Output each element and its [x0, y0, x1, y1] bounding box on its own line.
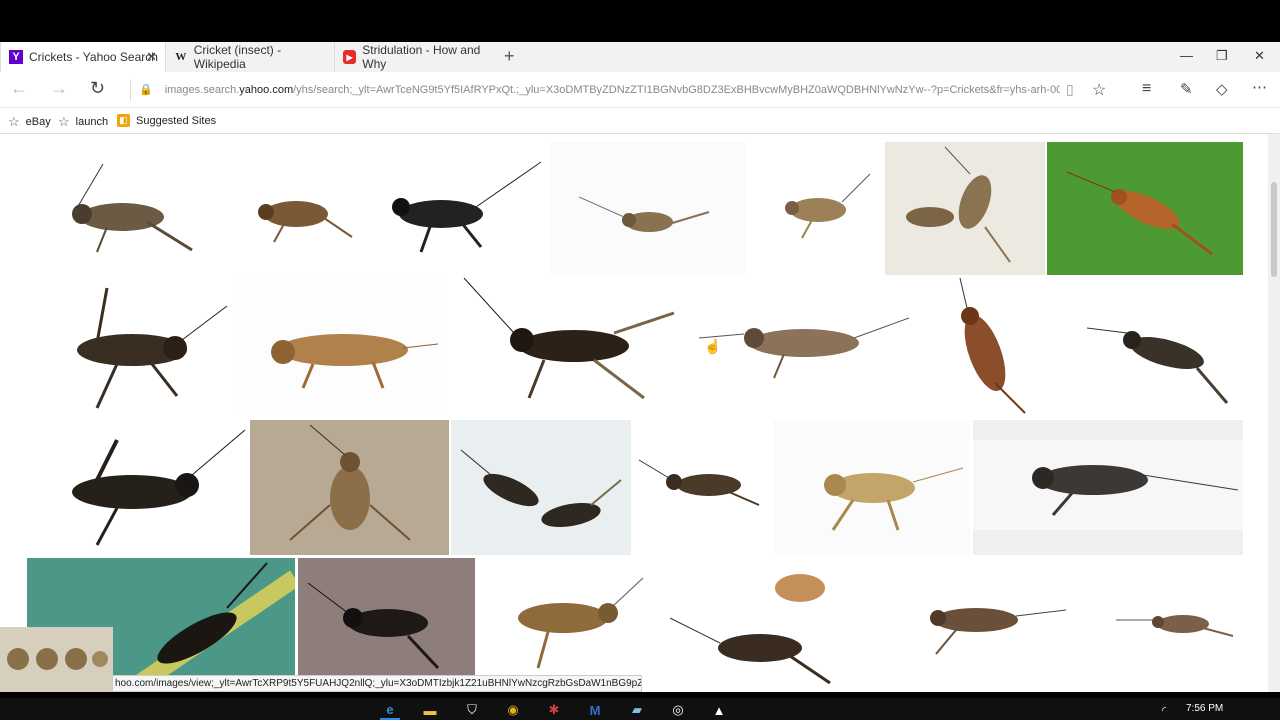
favorites-bar-items: ☆ eBay ☆ launch ◧ Suggested Sites: [0, 108, 1280, 134]
cricket-image-result[interactable]: [27, 420, 248, 555]
cricket-image-result[interactable]: [549, 142, 745, 275]
cricket-image-result[interactable]: [298, 558, 475, 692]
app-icon[interactable]: ✱: [544, 700, 564, 720]
link-status-bar: hoo.com/images/view;_ylt=AwrTcXRP9t5Y5FU…: [112, 675, 642, 692]
cricket-image-result[interactable]: [224, 142, 359, 275]
star-icon: ☆: [8, 114, 20, 129]
youtube-icon: ▶: [343, 50, 357, 64]
mouse-cursor-icon: ☝: [704, 338, 722, 354]
chrome-icon[interactable]: ◉: [503, 700, 523, 720]
tab-stridulation[interactable]: ▶ Stridulation - How and Why: [334, 42, 500, 72]
url-path: /yhs/search;_ylt=AwrTceNG9t5Yf5IAfRYPxQt…: [293, 84, 1060, 96]
favorite-label: launch: [75, 116, 109, 128]
image-results-grid: ☝: [0, 134, 1268, 692]
lock-icon: 🔒: [139, 84, 153, 96]
tab-label: Stridulation - How and Why: [362, 43, 481, 71]
close-window-button[interactable]: ✕: [1254, 48, 1265, 64]
favorite-star-icon[interactable]: ☆: [1092, 80, 1106, 100]
cricket-image-result[interactable]: [660, 558, 863, 692]
favorite-suggested-sites[interactable]: ◧ Suggested Sites: [117, 114, 216, 127]
folder-icon: ◧: [117, 114, 130, 127]
cricket-image-result[interactable]: [973, 420, 1243, 555]
address-bar[interactable]: 🔒 images.search.yahoo.com/yhs/search;_ylt…: [130, 79, 1060, 101]
reading-view-icon[interactable]: ▯: [1066, 81, 1074, 98]
share-icon[interactable]: ◇: [1216, 80, 1228, 98]
cricket-image-result[interactable]: [27, 142, 223, 275]
cricket-image-result[interactable]: [752, 142, 884, 275]
back-button[interactable]: ←: [10, 78, 28, 99]
malwarebytes-icon[interactable]: M: [585, 700, 605, 720]
more-icon[interactable]: ⋯: [1252, 78, 1267, 96]
wifi-icon[interactable]: ◜: [1154, 700, 1174, 720]
windows-taskbar: e ▬ ⛉ ◉ ✱ M ▰ ◎ ▲ ◜ 7:56 PM: [0, 698, 1280, 720]
favorite-ebay[interactable]: ☆ eBay: [8, 114, 51, 130]
tab-label: Cricket (insect) - Wikipedia: [193, 43, 282, 71]
edge-icon[interactable]: e: [380, 700, 400, 720]
cricket-image-result[interactable]: [866, 558, 1105, 692]
minimize-button[interactable]: —: [1180, 48, 1193, 63]
tab-wikipedia[interactable]: W Cricket (insect) - Wikipedia: [166, 42, 334, 72]
cricket-image-result[interactable]: [27, 278, 230, 416]
video-letterbox-top: [0, 0, 1280, 42]
cricket-image-result[interactable]: [250, 420, 449, 555]
cricket-image-result[interactable]: [444, 278, 692, 416]
file-explorer-icon[interactable]: ▬: [420, 700, 440, 720]
favorite-label: eBay: [25, 116, 51, 128]
restore-button[interactable]: ❐: [1216, 48, 1228, 64]
wikipedia-icon: W: [175, 51, 187, 63]
photos-icon[interactable]: ▲: [709, 700, 729, 720]
navigation-bar: ← → ↻ 🔒 images.search.yahoo.com/yhs/searc…: [0, 72, 1280, 108]
scrollbar-thumb[interactable]: [1271, 182, 1277, 277]
cricket-image-result[interactable]: [915, 278, 1060, 416]
cricket-image-result[interactable]: [634, 420, 771, 555]
close-tab-icon[interactable]: ✕: [146, 49, 157, 65]
cricket-image-result[interactable]: [1047, 142, 1243, 275]
web-note-icon[interactable]: ✎: [1180, 80, 1193, 98]
cricket-image-result[interactable]: [885, 142, 1045, 275]
forward-button[interactable]: →: [50, 78, 68, 99]
url-prefix: images.search.: [164, 84, 240, 96]
tab-strip: Y Crickets - Yahoo Search ✕ W Cricket (i…: [0, 42, 1280, 72]
tab-label: Crickets - Yahoo Search: [29, 50, 158, 64]
tab-yahoo-search[interactable]: Y Crickets - Yahoo Search ✕: [0, 42, 166, 72]
cricket-image-result[interactable]: [1108, 558, 1243, 692]
cricket-image-result[interactable]: [233, 278, 441, 416]
favorite-label: Suggested Sites: [136, 114, 217, 127]
store-icon[interactable]: ⛉: [462, 700, 482, 720]
yahoo-icon: Y: [9, 50, 23, 64]
new-tab-button[interactable]: +: [504, 46, 515, 67]
cricket-image-result[interactable]: [1062, 278, 1243, 416]
favorite-launch[interactable]: ☆ launch: [58, 114, 108, 130]
taskbar-clock[interactable]: 7:56 PM: [1186, 703, 1223, 714]
cricket-image-result[interactable]: [773, 420, 970, 555]
cricket-image-result[interactable]: ☝: [694, 278, 912, 416]
cricket-image-result[interactable]: [478, 558, 657, 692]
cricket-image-result[interactable]: [451, 420, 631, 555]
webcam-overlay: [0, 627, 113, 692]
refresh-button[interactable]: ↻: [90, 78, 105, 99]
star-icon: ☆: [58, 114, 70, 129]
notepad-icon[interactable]: ▰: [627, 700, 647, 720]
obs-icon[interactable]: ◎: [668, 700, 688, 720]
hub-icon[interactable]: ≡: [1142, 80, 1151, 98]
cricket-image-result[interactable]: [361, 142, 547, 275]
url-domain: yahoo.com: [239, 84, 294, 96]
